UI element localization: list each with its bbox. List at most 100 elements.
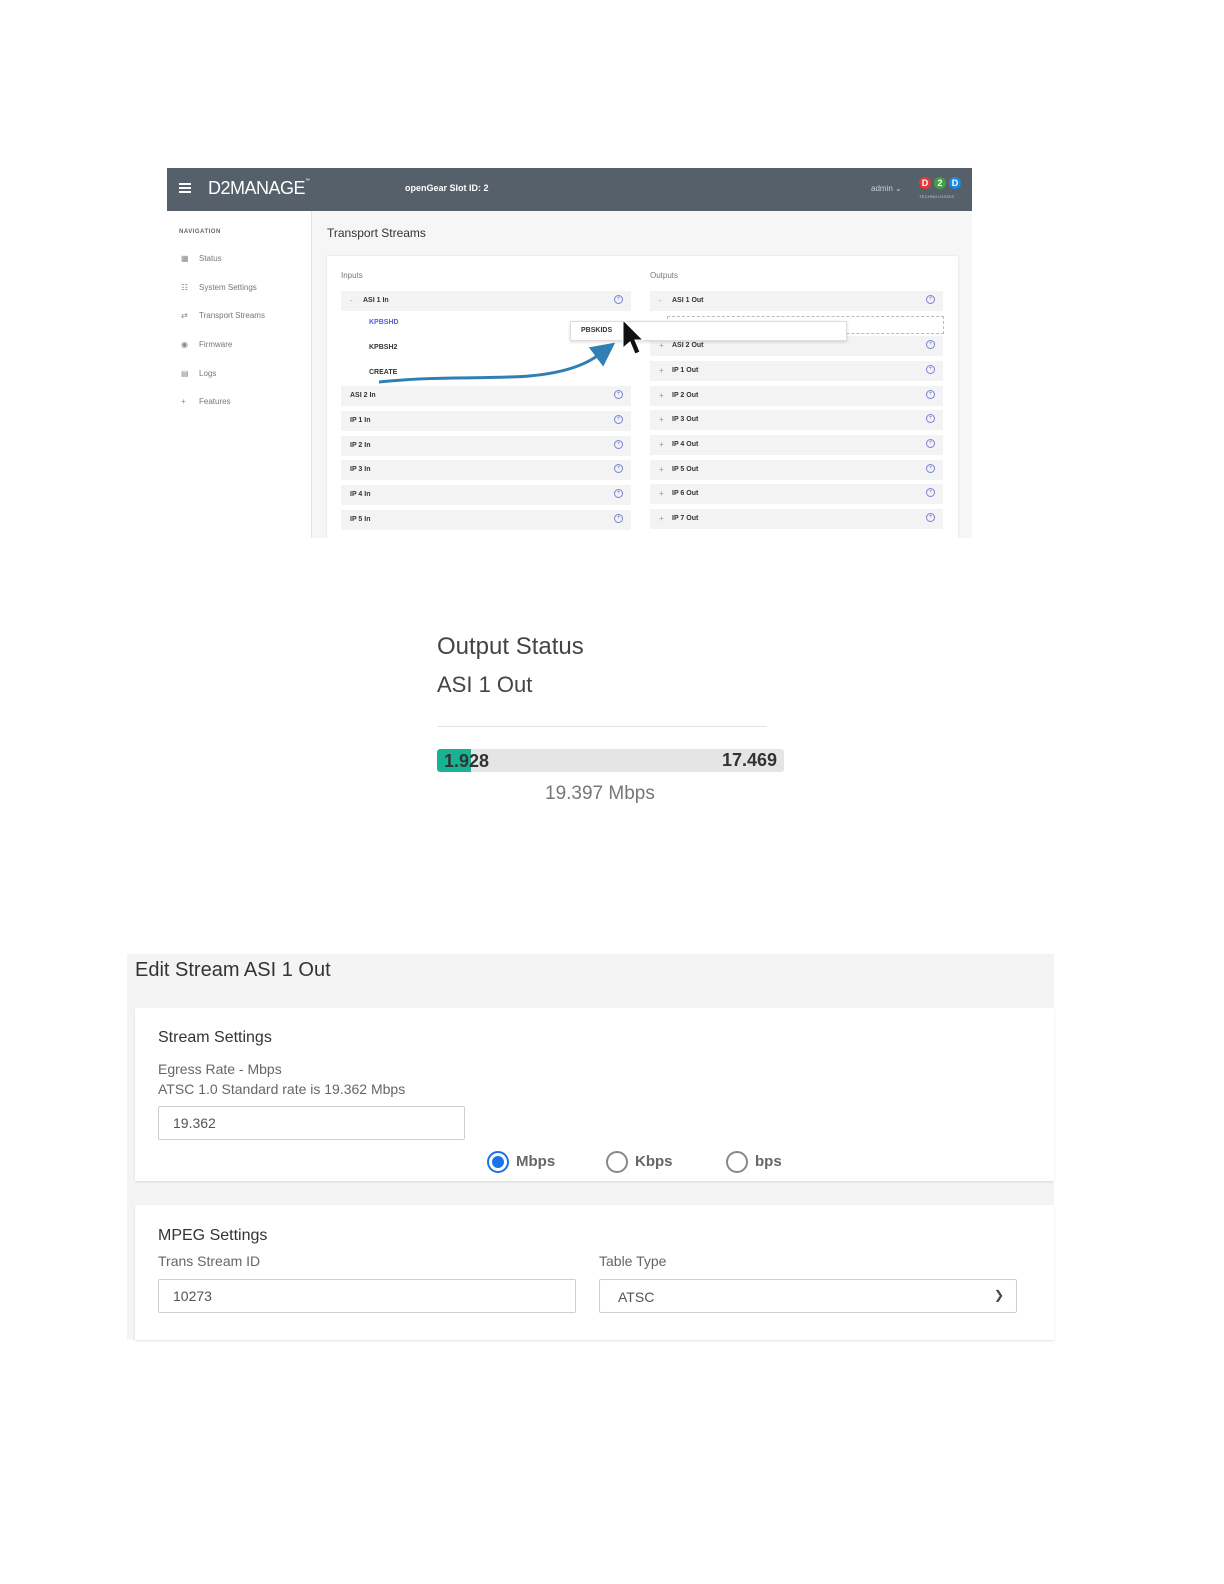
d2manage-screenshot: D2MANAGE™ openGear Slot ID: 2 admin ⌄ D … [167,168,972,538]
plus-icon: + [181,397,186,406]
input-row[interactable]: IP 3 In + [341,460,631,480]
add-circle-icon[interactable]: + [614,390,623,399]
top-bar: D2MANAGE™ openGear Slot ID: 2 admin ⌄ D … [167,168,972,211]
output-row[interactable]: - ASI 1 Out + [650,291,943,311]
add-circle-icon[interactable]: + [614,464,623,473]
output-row[interactable]: + IP 4 Out + [650,435,943,455]
expand-toggle[interactable]: - [350,296,353,305]
stream-settings-panel: Stream Settings Egress Rate - Mbps ATSC … [135,1008,1054,1181]
bar-chart-icon: ▦ [181,254,189,263]
tsid-label: Trans Stream ID [158,1253,261,1269]
nav-item-features[interactable]: + Features [181,397,231,411]
add-circle-icon[interactable]: + [926,464,935,473]
stream-label: KPBSH2 [369,344,398,351]
add-circle-icon[interactable]: + [926,488,935,497]
add-circle-icon[interactable]: + [926,439,935,448]
input-stream-item[interactable]: CREATE [359,362,629,382]
input-label: ASI 1 In [363,297,389,304]
add-circle-icon[interactable]: + [926,513,935,522]
nav-item-firmware[interactable]: ◉ Firmware [181,340,232,354]
expand-toggle[interactable]: - [659,296,662,305]
input-row[interactable]: IP 4 In + [341,485,631,505]
add-circle-icon[interactable]: + [926,390,935,399]
expand-toggle[interactable]: + [659,391,664,400]
bandwidth-total: 19.397 Mbps [545,783,655,804]
expand-toggle[interactable]: + [659,489,664,498]
output-label: IP 7 Out [672,515,699,522]
stream-label: CREATE [369,369,398,376]
document-icon: ▤ [181,369,189,378]
menu-icon[interactable] [179,183,191,193]
expand-toggle[interactable]: + [659,514,664,523]
user-menu[interactable]: admin ⌄ [871,184,902,193]
output-label: IP 4 Out [672,441,699,448]
input-row[interactable]: IP 2 In + [341,436,631,456]
add-circle-icon[interactable]: + [614,514,623,523]
input-label: IP 5 In [350,516,371,523]
chevron-down-icon: ❯ [993,1288,1004,1302]
egress-rate-label: Egress Rate - Mbps [158,1061,282,1077]
input-label: IP 3 In [350,466,371,473]
outputs-label: Outputs [650,271,679,280]
output-row[interactable]: + IP 2 Out + [650,386,943,406]
status-title: Output Status [437,633,584,660]
dragged-stream[interactable]: PBSKIDS [570,321,847,341]
radio-icon [487,1151,509,1173]
status-stream-name: ASI 1 Out [437,672,533,697]
add-circle-icon[interactable]: + [926,295,935,304]
section-heading: MPEG Settings [158,1227,268,1244]
output-label: IP 3 Out [672,416,699,423]
table-type-label: Table Type [599,1253,667,1269]
add-circle-icon[interactable]: + [926,414,935,423]
chip-icon: ◉ [181,340,188,349]
expand-toggle[interactable]: + [659,415,664,424]
add-circle-icon[interactable]: + [614,489,623,498]
page-title: Transport Streams [327,226,426,240]
add-circle-icon[interactable]: + [614,295,623,304]
bandwidth-used-value: 1.928 [444,751,490,771]
radio-icon [726,1151,748,1173]
sidebar: NAVIGATION ▦ Status ☷ System Settings ⇄ Tra… [167,211,312,538]
brand-logo: D2MANAGE™ [208,178,310,198]
radio-icon [606,1151,628,1173]
nav-item-logs[interactable]: ▤ Logs [181,369,216,383]
add-circle-icon[interactable]: + [614,440,623,449]
output-label: IP 6 Out [672,490,699,497]
expand-toggle[interactable]: + [659,465,664,474]
input-row[interactable]: IP 1 In + [341,411,631,431]
expand-toggle[interactable]: + [659,341,664,350]
output-label: IP 2 Out [672,392,699,399]
nav-item-transport-streams[interactable]: ⇄ Transport Streams [181,311,265,325]
divider [437,726,767,727]
output-label: ASI 1 Out [672,297,704,304]
mpeg-settings-panel: MPEG Settings Trans Stream ID Table Type… [135,1205,1054,1340]
output-row[interactable]: + IP 3 Out + [650,410,943,430]
input-label: IP 2 In [350,442,371,449]
output-row[interactable]: + IP 1 Out + [650,361,943,381]
bandwidth-bar: 1.928 17.469 [437,749,784,772]
expand-toggle[interactable]: + [659,366,664,375]
input-row[interactable]: IP 5 In + [341,510,631,530]
add-circle-icon[interactable]: + [614,415,623,424]
bandwidth-free-value: 17.469 [721,750,777,770]
nav-item-status[interactable]: ▦ Status [181,254,222,268]
slot-id: openGear Slot ID: 2 [405,183,489,193]
input-row[interactable]: - ASI 1 In + [341,291,631,311]
section-heading: Stream Settings [158,1029,272,1046]
egress-rate-input[interactable] [158,1106,465,1140]
output-row[interactable]: + IP 6 Out + [650,484,943,504]
input-row[interactable]: ASI 2 In + [341,386,631,406]
transport-icon: ⇄ [181,311,188,320]
d2d-logo: D 2 D TECHNOLOGIES [919,177,963,203]
output-row[interactable]: + IP 5 Out + [650,460,943,480]
output-row[interactable]: + IP 7 Out + [650,509,943,529]
add-circle-icon[interactable]: + [926,340,935,349]
egress-rate-hint: ATSC 1.0 Standard rate is 19.362 Mbps [158,1081,406,1097]
tsid-input[interactable] [158,1279,576,1313]
main-content: Transport Streams Inputs Outputs - ASI 1 … [312,211,972,538]
output-status-panel: Output Status ASI 1 Out 1.928 17.469 19.… [437,630,787,810]
nav-item-system-settings[interactable]: ☷ System Settings [181,283,257,297]
add-circle-icon[interactable]: + [926,365,935,374]
expand-toggle[interactable]: + [659,440,664,449]
table-type-select[interactable]: ATSC ❯ [599,1279,1017,1313]
